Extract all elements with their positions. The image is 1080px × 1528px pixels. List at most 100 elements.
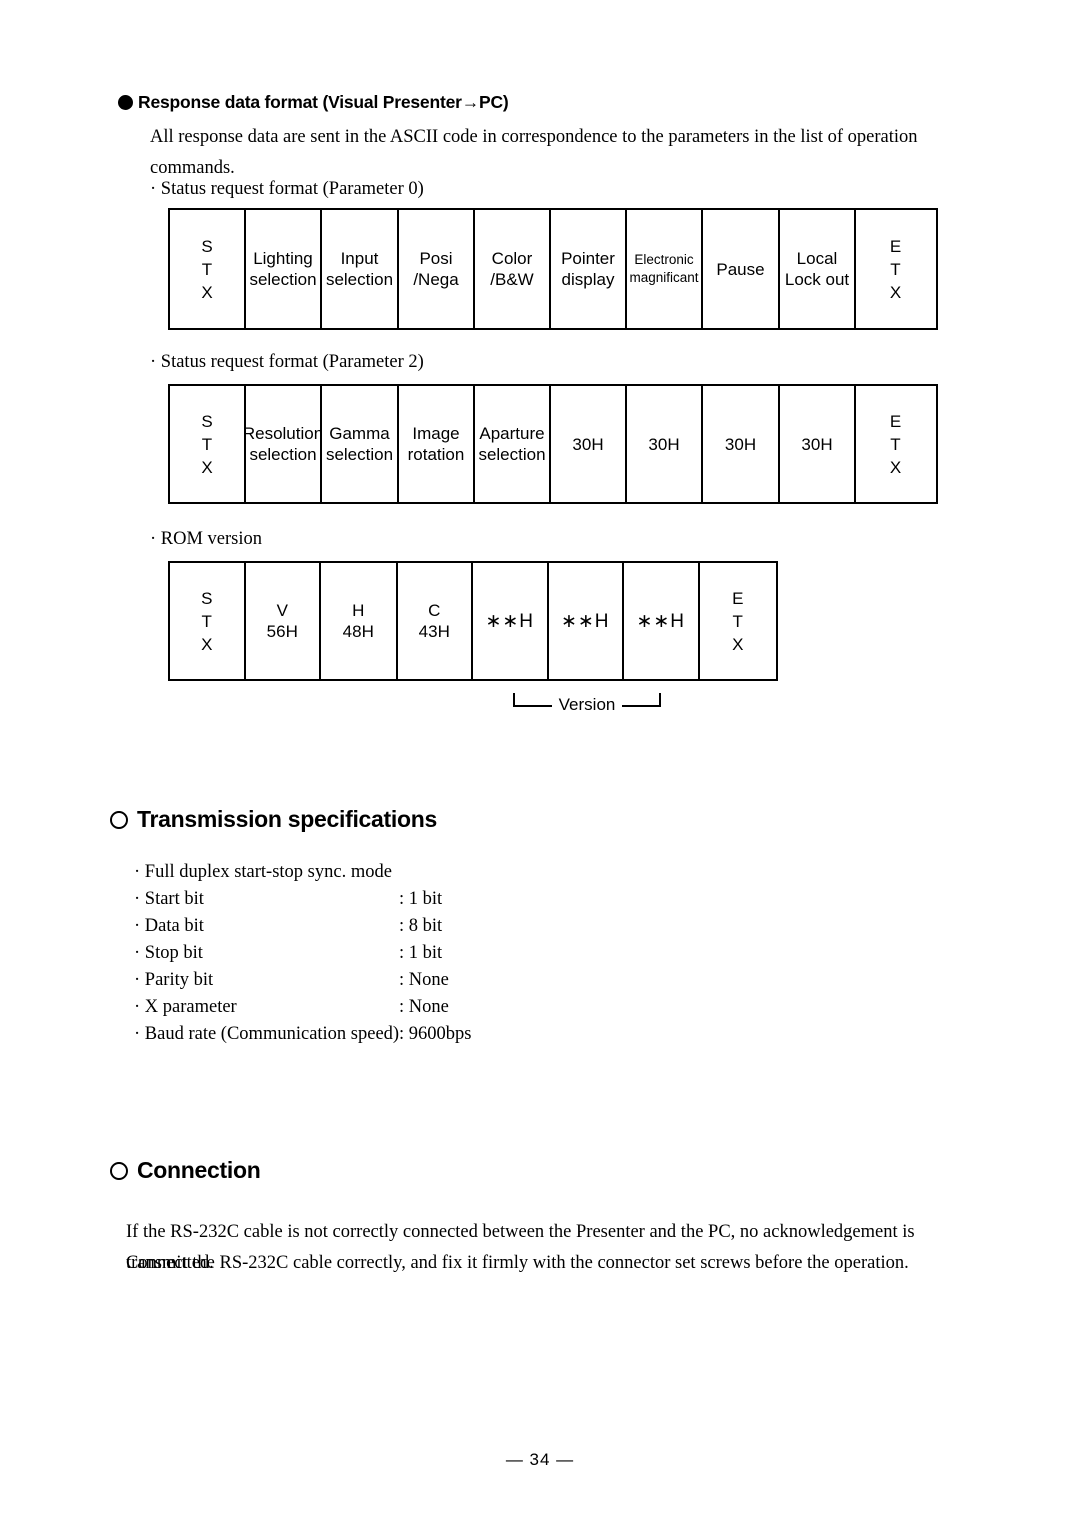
spec-value: : 1 bit [399,889,443,909]
frame-cell-version-byte-2: ∗∗H [549,563,624,679]
cell-line: ∗∗H [485,610,535,632]
cell-line: display [561,270,615,289]
cell-line: H [352,601,365,620]
heading-transmission-specifications: Transmission specifications [110,806,437,833]
frame-cell-etx: E T X [856,210,935,328]
frame-cell-v-56h: V 56H [246,563,321,679]
cell-line: Lock out [784,270,850,289]
cell-line: Posi [419,249,453,268]
frame-cell-30h-3: 30H [703,386,780,502]
bracket-line-left [513,693,552,707]
page-number: — 34 — [505,1450,575,1469]
heading-transmission-specifications-label: Transmission specifications [137,806,437,832]
frame-cell-version-byte-1: ∗∗H [473,563,549,679]
cell-line: Electronic [634,252,694,267]
frame-cell-posi-nega: Posi /Nega [399,210,475,328]
spec-label: · Start bit [134,889,204,909]
frame-cell-etx: E T X [700,563,776,679]
cell-line: T [890,434,901,454]
cell-line: E [732,588,744,608]
cell-line: V [276,601,288,620]
spec-row-start-bit: · Start bit : 1 bit [134,889,471,916]
cell-line: selection [325,445,394,464]
frame-cell-30h-1: 30H [551,386,627,502]
frame-cell-aparture-selection: Aparture selection [475,386,551,502]
cell-line: selection [249,445,317,464]
cell-line: Pointer [561,249,615,268]
spec-row-parity-bit: · Parity bit : None [134,970,471,997]
cell-line: X [201,282,213,302]
cell-line: S [201,236,213,256]
cell-line: X [201,634,213,654]
spec-label: · Stop bit [134,943,203,963]
cell-line: X [732,634,744,654]
spec-label: · Parity bit [134,970,214,990]
cell-line: Resolution [246,424,322,443]
document-page: Response data format (Visual Presenter→P… [0,0,1080,1528]
cell-line: T [201,611,212,631]
frame-cell-input-selection: Input selection [322,210,399,328]
cell-line: selection [478,445,546,464]
frame-cell-etx: E T X [856,386,935,502]
cell-line: T [201,259,213,279]
cell-line: T [732,611,743,631]
spec-label: · X parameter [134,997,237,1017]
version-bracket: Version [513,693,662,714]
cell-line: S [201,588,213,608]
cell-line: 43H [418,622,450,641]
cell-line: 56H [266,622,298,641]
spec-label: · Data bit [134,916,204,936]
heading-response-data-format-label: Response data format (Visual Presenter→P… [138,92,509,112]
version-bracket-label: Version [558,695,616,714]
cell-line: Local [796,249,838,268]
cell-line: /B&W [490,270,534,289]
cell-line: Image [412,424,460,443]
cell-line: Input [340,249,379,268]
frame-cell-stx: S T X [170,386,246,502]
cell-line: 30H [801,434,833,454]
bracket-line-right [622,693,662,707]
caption-status-request-parameter-2: · Status request format (Parameter 2) [150,352,424,372]
page-footer: — 34 — [0,1450,1080,1470]
spec-row-x-parameter: · X parameter : None [134,997,471,1024]
heading-response-data-format: Response data format (Visual Presenter→P… [118,92,509,113]
frame-cell-version-byte-3: ∗∗H [624,563,700,679]
open-circle-bullet-icon [110,1161,128,1180]
cell-line: selection [249,270,317,289]
cell-line: 30H [648,434,680,454]
caption-rom-version: · ROM version [150,529,263,549]
frame-cell-electronic-magnificant: Electronic magnificant [627,210,703,328]
cell-line: X [889,282,902,302]
frame-cell-pause: Pause [703,210,780,328]
cell-line: T [201,434,213,454]
cell-line: ∗∗H [560,610,610,632]
cell-line: X [201,457,213,477]
frame-cell-stx: S T X [170,563,246,679]
spec-value: : None [399,970,449,990]
cell-line: X [889,457,902,477]
cell-line: E [889,236,902,256]
cell-line: magnificant [629,270,699,285]
spec-value: : 9600bps [399,1024,472,1044]
open-circle-bullet-icon [110,810,128,829]
transmission-spec-list: · Full duplex start-stop sync. mode · St… [134,862,471,1051]
cell-line: S [201,411,213,431]
frame-cell-stx: S T X [170,210,246,328]
spec-row-data-bit: · Data bit : 8 bit [134,916,471,943]
spec-mode-label: · Full duplex start-stop sync. mode [134,862,392,882]
cell-line: selection [325,270,394,289]
frame-cell-image-rotation: Image rotation [399,386,475,502]
frame-cell-h-48h: H 48H [321,563,398,679]
spec-row-baud-rate: · Baud rate (Communication speed) : 9600… [134,1024,471,1051]
frame-cell-gamma-selection: Gamma selection [322,386,399,502]
caption-status-request-parameter-0: · Status request format (Parameter 0) [150,179,424,199]
cell-line: Color [491,249,533,268]
frame-cell-30h-4: 30H [780,386,856,502]
cell-line: C [428,601,441,620]
filled-bullet-icon [118,95,133,110]
cell-line: 48H [342,622,374,641]
cell-line: rotation [407,445,465,464]
cell-line: Lighting [253,249,313,268]
cell-line: Aparture [479,424,545,443]
frame-cell-local-lock-out: Local Lock out [780,210,856,328]
